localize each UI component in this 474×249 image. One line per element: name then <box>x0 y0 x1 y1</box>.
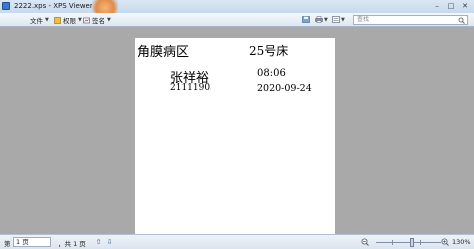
chevron-down-icon: ▼ <box>45 17 49 23</box>
next-page-button[interactable]: ⇩ <box>105 237 114 247</box>
permissions-icon <box>54 16 61 24</box>
close-button[interactable]: ✕ <box>458 0 472 12</box>
page-number-input[interactable]: 1 页 <box>13 237 51 247</box>
search-placeholder: 查找 <box>357 16 370 23</box>
xps-app-icon <box>2 2 10 10</box>
ward-name: 角膜病区 <box>137 45 190 60</box>
signatures-menu[interactable]: 签名 ▼ <box>83 15 111 25</box>
zoom-slider-track[interactable] <box>376 242 441 243</box>
title-bar: 2222.xps - XPS Viewer – □ ✕ <box>0 0 474 13</box>
admission-time: 08:06 <box>257 68 286 79</box>
search-input[interactable]: 查找 <box>353 15 468 25</box>
print-icon[interactable] <box>315 16 323 23</box>
zoom-in-icon[interactable] <box>441 238 449 246</box>
view-dropdown[interactable]: ▼ <box>341 15 345 25</box>
view-icon[interactable] <box>332 16 340 23</box>
chevron-down-icon: ▼ <box>324 17 328 23</box>
save-icon[interactable] <box>302 16 310 23</box>
zoom-slider-thumb[interactable] <box>410 238 414 247</box>
zoom-tick <box>420 240 421 245</box>
document-page: 角膜病区 25号床 张祥裕 08:06 211119039 2020-09-24 <box>135 38 335 234</box>
taskbar-orange-icon <box>92 0 118 13</box>
bed-number: 25号床 <box>249 44 289 58</box>
status-bar: 第 1 页 ，共 1 页 ⇧ ⇩ 130% <box>0 234 474 249</box>
file-menu-label: 文件 <box>30 17 43 25</box>
print-dropdown[interactable]: ▼ <box>324 15 328 25</box>
zoom-out-icon[interactable] <box>361 238 369 246</box>
patient-id: 211119039 <box>170 83 211 93</box>
signatures-menu-label: 签名 <box>92 17 105 25</box>
maximize-button[interactable]: □ <box>444 0 458 12</box>
minimize-button[interactable]: – <box>430 0 444 12</box>
page-unit: 页 <box>22 238 29 246</box>
previous-page-button[interactable]: ⇧ <box>94 237 103 247</box>
toolbar: 文件 ▼ 权限 ▼ 签名 ▼ ▼ ▼ 查找 <box>0 13 474 27</box>
page-label: 第 <box>4 240 11 248</box>
current-page: 1 <box>16 238 21 246</box>
permissions-menu[interactable]: 权限 ▼ <box>54 15 82 25</box>
zoom-level: 130% <box>452 238 471 246</box>
admission-date: 2020-09-24 <box>257 83 312 94</box>
signature-icon <box>83 17 90 23</box>
search-icon[interactable] <box>458 17 465 24</box>
file-menu[interactable]: 文件 ▼ <box>30 15 49 25</box>
chevron-down-icon: ▼ <box>107 17 111 23</box>
total-pages: ，共 1 页 <box>58 240 86 248</box>
zoom-tick <box>392 240 393 245</box>
chevron-down-icon: ▼ <box>341 17 345 23</box>
permissions-menu-label: 权限 <box>63 17 76 25</box>
window-title: 2222.xps - XPS Viewer <box>14 2 93 10</box>
window-controls: – □ ✕ <box>430 0 472 13</box>
chevron-down-icon: ▼ <box>78 17 82 23</box>
